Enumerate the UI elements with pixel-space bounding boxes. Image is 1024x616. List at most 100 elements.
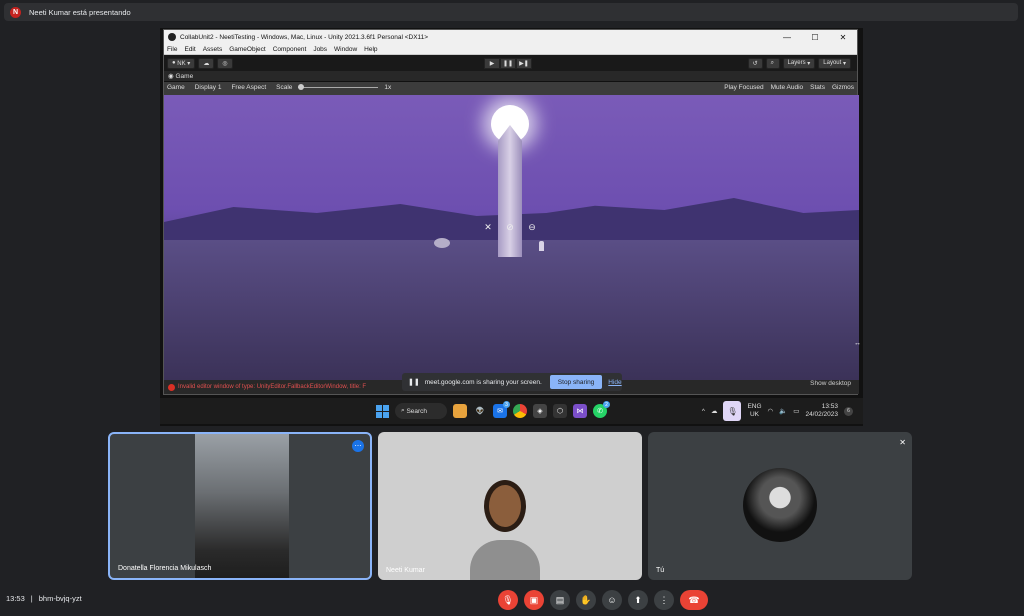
menu-edit[interactable]: Edit xyxy=(184,46,195,53)
stats-toggle[interactable]: Stats xyxy=(810,84,825,91)
info-separator: | xyxy=(30,594,33,603)
meet-window: N Neeti Kumar está presentando CollabUni… xyxy=(0,0,1024,616)
captions-button[interactable]: ▤ xyxy=(550,590,570,610)
stop-sharing-button[interactable]: Stop sharing xyxy=(549,375,603,389)
play-focused-dropdown[interactable]: Play Focused xyxy=(724,84,763,91)
participant-tile-2[interactable]: Neeti Kumar xyxy=(378,432,642,580)
game-options-right: Play Focused Mute Audio Stats Gizmos xyxy=(717,84,854,91)
alien-app-icon[interactable]: 👽 xyxy=(473,404,487,418)
menu-assets[interactable]: Assets xyxy=(203,46,223,53)
meeting-info: 13:53 | bhm-bvjq-yzt xyxy=(6,594,82,603)
battery-icon[interactable]: ▭ xyxy=(793,407,799,415)
step-icon: ▶❚ xyxy=(519,60,529,67)
search-button[interactable]: ⌕ xyxy=(765,57,780,69)
close-button[interactable]: ✕ xyxy=(829,33,857,42)
menu-help[interactable]: Help xyxy=(364,46,377,53)
menu-window[interactable]: Window xyxy=(334,46,357,53)
layout-dropdown[interactable]: Layout ▾ xyxy=(818,57,851,69)
display-dropdown[interactable]: Display 1 xyxy=(195,84,222,91)
layers-dropdown[interactable]: Layers ▾ xyxy=(782,57,816,69)
present-button[interactable]: ⬆ xyxy=(628,590,648,610)
meeting-code[interactable]: bhm-bvjq-yzt xyxy=(39,594,82,603)
terrain-ground xyxy=(164,240,859,380)
video-overlay-controls: ✕ ⊘ ⊖ xyxy=(482,221,538,233)
mic-toggle-button[interactable]: 🎙 xyxy=(498,590,518,610)
mute-audio-toggle[interactable]: Mute Audio xyxy=(771,84,804,91)
camera-off-icon[interactable]: ⊘ xyxy=(504,221,516,233)
minimize-button[interactable]: — xyxy=(773,33,801,42)
presenting-text: Neeti Kumar está presentando xyxy=(29,7,131,17)
menu-component[interactable]: Component xyxy=(273,46,307,53)
cloud-icon[interactable]: ☁ xyxy=(711,407,718,415)
search-icon: ⌕ xyxy=(770,59,774,66)
camera-toggle-button[interactable]: ▣ xyxy=(524,590,544,610)
unity-icon[interactable]: ⬡ xyxy=(553,404,567,418)
play-controls: ▶ ❚❚ ▶❚ xyxy=(484,57,532,69)
taskbar-apps: ⌕ Search 👽 ✉ 3 ◈ ⬡ ⋈ ✆ 2 xyxy=(376,401,610,419)
chevron-up-icon[interactable]: ^ xyxy=(702,408,705,415)
wifi-icon[interactable]: ◠ xyxy=(768,407,774,415)
captions-icon: ▤ xyxy=(555,594,565,605)
more-options-button[interactable]: ⋮ xyxy=(654,590,674,610)
game-options-bar: Game Display 1 Free Aspect Scale 1x Play… xyxy=(164,82,857,93)
layout-label: Layout xyxy=(823,60,842,66)
shared-screen: CollabUnit2 - NeetiTesting - Windows, Ma… xyxy=(160,28,863,426)
game-tab[interactable]: ◉ Game xyxy=(164,71,857,82)
menu-gameobject[interactable]: GameObject xyxy=(229,46,266,53)
game-viewport[interactable]: ✕ ⊘ ⊖ xyxy=(164,95,859,380)
chrome-icon[interactable] xyxy=(513,404,527,418)
pause-icon: ❚❚ xyxy=(408,379,420,386)
account-button[interactable]: ● NK ▾ xyxy=(167,57,196,69)
display-mode-dropdown[interactable]: Game xyxy=(167,84,185,91)
file-explorer-icon[interactable] xyxy=(453,404,467,418)
hand-icon: ✋ xyxy=(580,594,592,605)
notification-count[interactable]: 6 xyxy=(844,406,853,416)
windows-start-icon[interactable] xyxy=(376,404,389,418)
play-button[interactable]: ▶ xyxy=(484,57,500,69)
call-controls: 🎙 ▣ ▤ ✋ ☺ ⬆ ⋮ ☎ xyxy=(498,590,708,610)
play-icon: ▶ xyxy=(489,60,495,67)
visual-studio-icon[interactable]: ⋈ xyxy=(573,404,587,418)
menu-file[interactable]: File xyxy=(167,46,177,53)
unity-logo-icon xyxy=(168,33,176,41)
participant-name: Donatella Florencia Mikulasch xyxy=(118,565,212,572)
taskbar-clock[interactable]: 13:53 24/02/2023 xyxy=(805,403,838,419)
menu-jobs[interactable]: Jobs xyxy=(313,46,327,53)
hide-link[interactable]: Hide xyxy=(608,379,621,386)
gizmos-dropdown[interactable]: Gizmos xyxy=(832,84,854,91)
presenter-avatar: N xyxy=(10,6,21,18)
more-options-icon[interactable]: ⋯ xyxy=(352,440,364,452)
end-call-button[interactable]: ☎ xyxy=(680,590,708,610)
system-tray: ^ ☁ 🎙 ENG UK ◠ 🔈 ▭ 13:53 24/02/2023 6 xyxy=(702,401,853,421)
unity-hub-icon[interactable]: ◈ xyxy=(533,404,547,418)
mic-off-icon[interactable]: ✕ xyxy=(482,221,494,233)
microphone-icon[interactable]: 🎙 xyxy=(723,401,742,421)
remove-icon[interactable]: ⊖ xyxy=(526,221,538,233)
status-error-text: Invalid editor window of type: UnityEdit… xyxy=(178,384,367,390)
volume-icon[interactable]: 🔈 xyxy=(779,407,787,415)
raise-hand-button[interactable]: ✋ xyxy=(576,590,596,610)
scale-slider[interactable] xyxy=(298,84,379,90)
history-button[interactable]: ↺ xyxy=(747,57,763,69)
collab-button[interactable]: ◎ xyxy=(217,57,233,69)
mail-icon[interactable]: ✉ 3 xyxy=(493,401,510,418)
collab-icon: ◎ xyxy=(222,60,228,67)
camera-off-icon: ▣ xyxy=(529,594,539,605)
participant-tile-3[interactable]: ✕ Tú xyxy=(648,432,912,580)
step-button[interactable]: ▶❚ xyxy=(516,57,532,69)
maximize-button[interactable]: ☐ xyxy=(801,33,829,42)
share-notice-text: meet.google.com is sharing your screen. xyxy=(424,378,542,386)
rock xyxy=(434,238,450,248)
aspect-dropdown[interactable]: Free Aspect xyxy=(231,84,266,91)
pause-button[interactable]: ❚❚ xyxy=(500,57,516,69)
more-vert-icon: ⋮ xyxy=(659,594,669,605)
cloud-button[interactable]: ☁ xyxy=(198,57,215,69)
game-tab-label: Game xyxy=(175,72,194,80)
participant-video xyxy=(195,434,289,578)
language-indicator[interactable]: ENG UK xyxy=(747,403,761,419)
participant-tile-1[interactable]: ⋯ Donatella Florencia Mikulasch xyxy=(108,432,372,580)
reactions-button[interactable]: ☺ xyxy=(602,590,622,610)
whatsapp-icon[interactable]: ✆ 2 xyxy=(593,401,610,418)
search-label: Search xyxy=(406,407,428,415)
taskbar-search[interactable]: ⌕ Search xyxy=(395,403,447,419)
